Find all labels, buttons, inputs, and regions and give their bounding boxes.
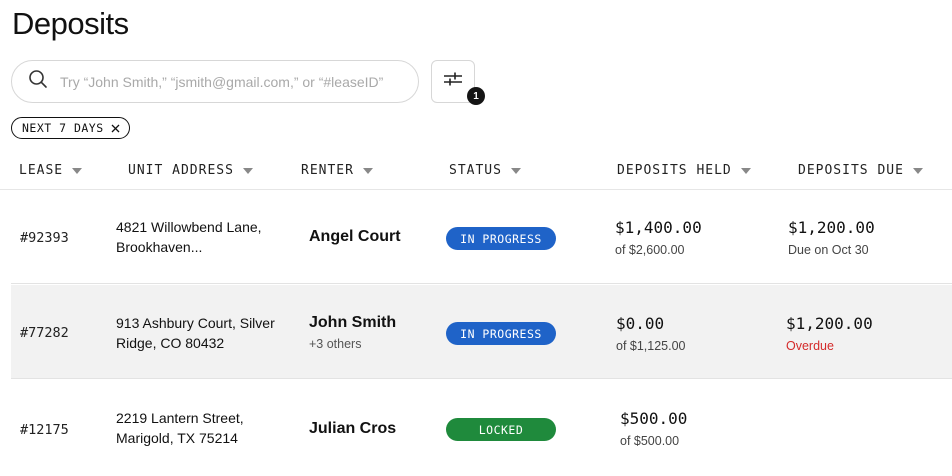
filter-chip-next-7-days[interactable]: NEXT 7 DAYS [11,117,130,139]
renter: Angel Court [309,228,401,246]
caret-down-icon [242,167,253,174]
renter-others: +3 others [309,337,362,351]
deposits-held-total: of $500.00 [620,434,680,448]
deposits-held-total: of $1,125.00 [616,339,686,353]
search-input[interactable] [58,72,402,91]
deposits-due-date: Due on Oct 30 [788,243,869,257]
status-badge: IN PROGRESS [446,322,556,345]
status-badge: LOCKED [446,418,556,441]
lease-id: #12175 [20,422,69,438]
column-header-status[interactable]: STATUS [449,163,521,178]
table-row[interactable]: #12175 2219 Lantern Street, Marigold, TX… [11,380,952,474]
unit-address: 4821 Willowbend Lane, Brookhaven... [116,219,262,255]
deposits-held-total: of $2,600.00 [615,243,685,257]
status-badge: IN PROGRESS [446,227,556,250]
deposits-held-amount: $0.00 [616,314,665,333]
lease-id: #92393 [20,230,69,246]
lease-id: #77282 [20,325,69,341]
unit-address: 2219 Lantern Street, Marigold, TX 75214 [116,410,244,446]
renter-name: Angel Court [309,228,401,245]
chip-label: NEXT 7 DAYS [22,121,104,135]
deposits-held-amount: $1,400.00 [615,218,702,237]
sliders-icon [443,71,463,92]
deposits-held: $500.00 of $500.00 [620,409,687,448]
table-header: LEASE UNIT ADDRESS RENTER STATUS DEPOSIT… [0,150,952,190]
search-icon [12,69,48,94]
column-header-lease[interactable]: LEASE [19,163,83,178]
renter: John Smith +3 others [309,314,396,351]
deposits-due-amount: $1,200.00 [788,218,875,237]
deposits-held-amount: $500.00 [620,409,688,428]
renter-name: Julian Cros [309,420,397,437]
renter-name: John Smith [309,314,397,331]
caret-down-icon [740,167,751,174]
caret-down-icon [510,167,521,174]
caret-down-icon [912,167,923,174]
renter: Julian Cros [309,420,396,438]
deposits-due: $1,200.00 Overdue [786,314,873,353]
search-bar[interactable] [11,60,419,103]
table-row[interactable]: #77282 913 Ashbury Court, Silver Ridge, … [11,285,952,379]
table-row[interactable]: #92393 4821 Willowbend Lane, Brookhaven.… [11,190,952,284]
caret-down-icon [72,167,83,174]
deposits-held: $1,400.00 of $2,600.00 [615,218,702,257]
unit-address: 913 Ashbury Court, Silver Ridge, CO 8043… [116,315,275,351]
column-header-unit-address[interactable]: UNIT ADDRESS [128,163,253,178]
deposits-held: $0.00 of $1,125.00 [616,314,686,353]
overdue-label: Overdue [786,339,834,353]
column-header-renter[interactable]: RENTER [301,163,373,178]
column-header-deposits-held[interactable]: DEPOSITS HELD [617,163,751,178]
filter-count-badge: 1 [467,87,485,105]
page-title: Deposits [12,6,129,41]
close-icon[interactable] [111,124,120,133]
column-header-deposits-due[interactable]: DEPOSITS DUE [798,163,923,178]
deposits-due-amount: $1,200.00 [786,314,873,333]
deposits-due: $1,200.00 Due on Oct 30 [788,218,875,257]
caret-down-icon [362,167,373,174]
